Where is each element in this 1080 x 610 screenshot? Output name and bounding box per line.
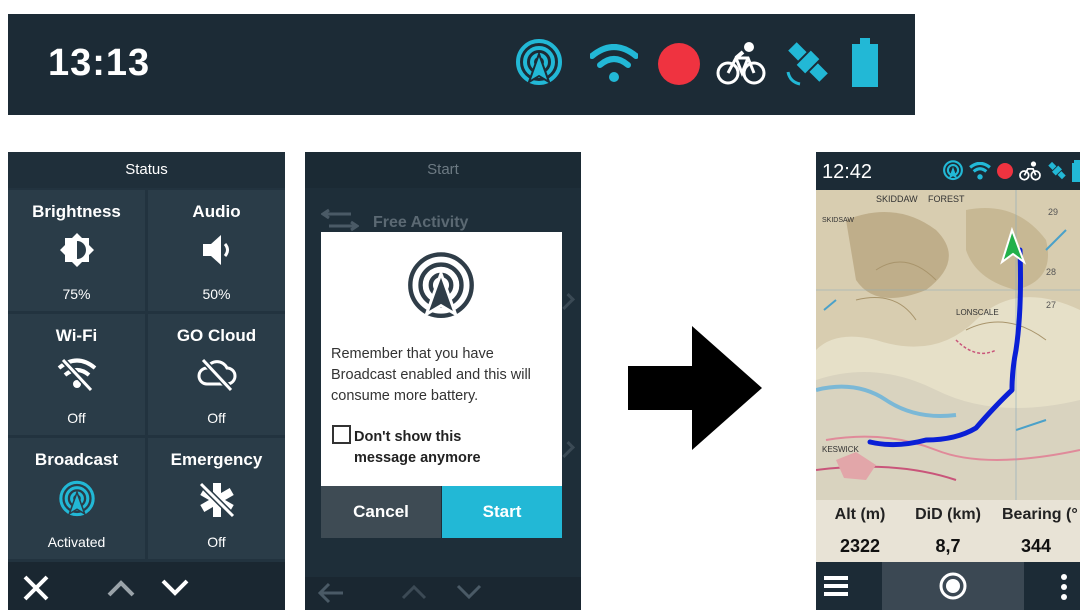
svg-text:KESWICK: KESWICK	[822, 445, 860, 454]
broadcast-dialog: Remember that you have Broadcast enabled…	[321, 232, 562, 486]
chevron-down-icon[interactable]	[160, 578, 190, 598]
metric-value-alt: 2322	[839, 536, 881, 556]
svg-text:SKIDDAW: SKIDDAW	[876, 194, 918, 204]
wifi-off-icon	[57, 356, 97, 392]
tile-value: 50%	[202, 286, 231, 302]
battery-icon	[851, 38, 879, 88]
svg-text:28: 28	[1046, 267, 1056, 277]
nav-bar	[8, 562, 285, 610]
device-time: 12:42	[822, 161, 873, 183]
start-panel: Start Free Activity Remember that you ha…	[305, 152, 581, 610]
record-dot-icon	[657, 42, 701, 86]
bike-icon	[1019, 161, 1041, 181]
status-bar: 13:13	[8, 14, 915, 115]
checkbox-label: Don't show this message anymore	[354, 429, 481, 466]
chevron-down-icon[interactable]	[455, 583, 483, 601]
tile-label: GO Cloud	[176, 326, 257, 345]
arrow-right-icon	[628, 326, 762, 450]
start-button[interactable]: Start	[442, 486, 562, 538]
tile-value: Off	[207, 410, 226, 426]
dont-show-checkbox[interactable]	[332, 425, 351, 444]
free-activity-icon	[321, 208, 359, 232]
tile-go-cloud[interactable]: GO Cloud Off	[148, 314, 285, 435]
satellite-icon	[784, 38, 832, 88]
device-bottom-bar	[816, 562, 1080, 610]
record-button[interactable]	[882, 562, 1024, 610]
cloud-off-icon	[197, 356, 237, 392]
close-icon[interactable]	[22, 574, 50, 602]
metrics-strip: Alt (m) 2322 DiD (km) 8,7 Bearing (° 344	[816, 500, 1080, 562]
record-circle-icon	[938, 571, 968, 601]
dialog-message: Remember that you have Broadcast enabled…	[331, 346, 531, 404]
metric-label-alt: Alt (m)	[834, 506, 886, 523]
svg-text:27: 27	[1046, 300, 1056, 310]
speaker-icon	[199, 232, 235, 268]
svg-text:FOREST: FOREST	[928, 194, 965, 204]
chevron-up-icon[interactable]	[400, 583, 428, 601]
broadcast-icon	[942, 160, 964, 182]
metric-label-bearing: Bearing (°	[1002, 506, 1078, 523]
cancel-button[interactable]: Cancel	[321, 486, 441, 538]
tile-brightness[interactable]: Brightness 75%	[8, 190, 145, 311]
more-vert-icon[interactable]	[1060, 574, 1068, 600]
broadcast-icon	[57, 480, 97, 520]
bike-icon	[716, 40, 766, 86]
panel-title: Status	[8, 152, 285, 188]
tile-label: Brightness	[32, 202, 121, 221]
metric-label-did: DiD (km)	[915, 506, 981, 523]
metric-value-did: 8,7	[935, 536, 961, 556]
svg-text:LONSCALE: LONSCALE	[956, 308, 999, 317]
status-panel: Status Brightness 75% Audio 50% Wi-Fi Of…	[8, 152, 285, 610]
topo-map[interactable]: SKIDDAW FOREST SKIDSAW LONSCALE KESWICK …	[816, 190, 1080, 500]
chevron-up-icon[interactable]	[106, 578, 136, 598]
tile-wifi[interactable]: Wi-Fi Off	[8, 314, 145, 435]
tile-broadcast[interactable]: Broadcast Activated	[8, 438, 145, 559]
tile-label: Wi-Fi	[55, 326, 98, 345]
map-device: 12:42 SKIDDAW FOREST SKIDSAW LONSCALE KE…	[816, 152, 1080, 610]
broadcast-icon	[403, 250, 479, 326]
brightness-icon	[59, 232, 95, 268]
emergency-off-icon	[197, 480, 237, 520]
menu-icon[interactable]	[824, 575, 848, 597]
tile-value: Activated	[47, 534, 106, 550]
satellite-icon	[1046, 160, 1068, 182]
device-status-bar: 12:42	[816, 152, 1080, 190]
broadcast-icon	[515, 38, 563, 90]
tile-label: Emergency	[170, 450, 263, 469]
tile-label: Broadcast	[34, 450, 119, 469]
svg-text:SKIDSAW: SKIDSAW	[822, 217, 854, 224]
tile-emergency[interactable]: Emergency Off	[148, 438, 285, 559]
wifi-icon	[969, 162, 991, 180]
list-item-free-activity[interactable]: Free Activity	[373, 214, 468, 232]
tile-value: Off	[207, 534, 226, 550]
battery-icon	[1072, 160, 1080, 182]
back-arrow-icon[interactable]	[317, 581, 345, 605]
tile-audio[interactable]: Audio 50%	[148, 190, 285, 311]
wifi-icon	[590, 44, 638, 84]
svg-text:29: 29	[1048, 207, 1058, 217]
nav-bar-dimmed	[305, 577, 581, 610]
record-dot-icon	[996, 162, 1014, 180]
tile-value: 75%	[62, 286, 91, 302]
panel-title: Start	[305, 152, 581, 188]
metric-value-bearing: 344	[1020, 536, 1052, 556]
tile-label: Audio	[192, 202, 241, 221]
status-time: 13:13	[48, 42, 151, 84]
tile-value: Off	[67, 410, 86, 426]
